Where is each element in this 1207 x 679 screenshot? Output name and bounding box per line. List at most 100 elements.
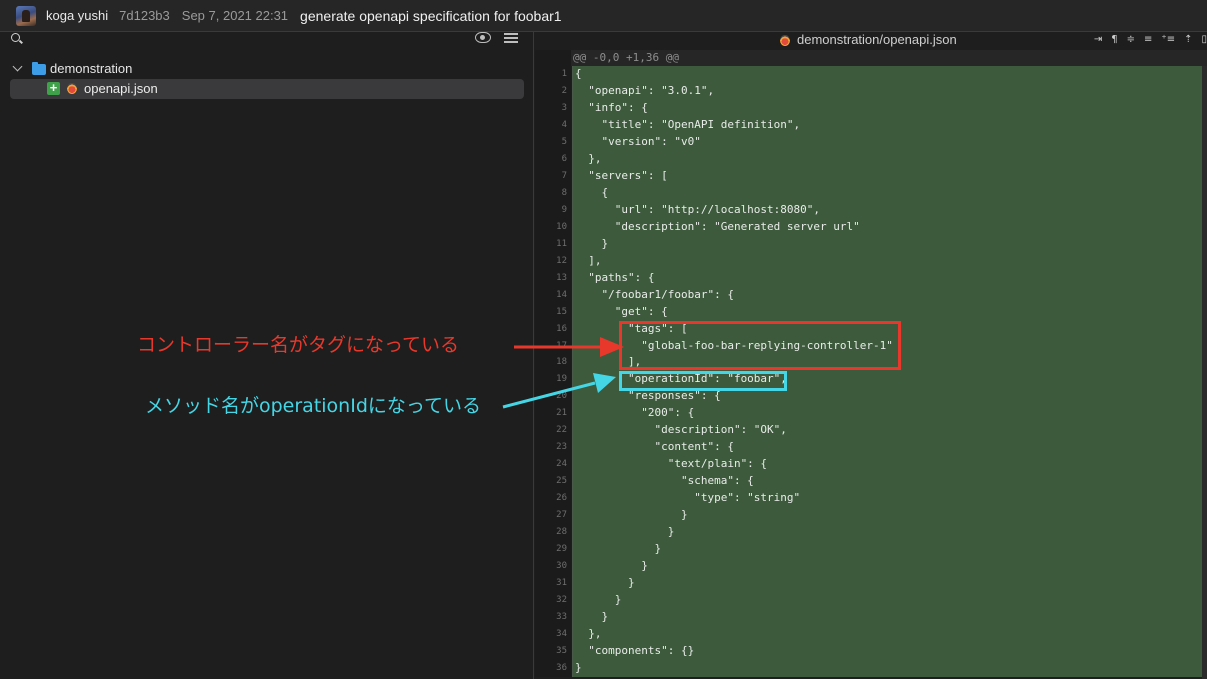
diff-line: 33 } [535, 609, 1202, 626]
diff-line: 31 } [535, 575, 1202, 593]
file-list-toolbar [0, 32, 533, 46]
chevron-down-icon[interactable] [12, 61, 23, 72]
line-text: } [575, 660, 582, 674]
line-text: "get": { [575, 304, 668, 318]
diff-line: 8 { [535, 184, 1202, 202]
split-view-icon[interactable]: ▯ [1201, 32, 1207, 48]
line-text: "version": "v0" [575, 134, 701, 148]
line-text: "200": { [575, 406, 695, 420]
line-number: 15 [535, 303, 571, 321]
line-number: 2 [535, 82, 571, 100]
line-number: 22 [535, 422, 571, 440]
line-number: 6 [535, 150, 571, 168]
line-text: { [575, 67, 582, 80]
line-text: } [575, 542, 662, 556]
line-number: 18 [535, 354, 571, 372]
added-line-highlight [573, 659, 1202, 677]
diff-line: 27 } [535, 507, 1202, 525]
diff-line: 6 }, [535, 150, 1202, 168]
line-text: "title": "OpenAPI definition", [575, 117, 801, 131]
diff-line: 29 } [535, 541, 1202, 559]
align-icon[interactable]: ≡ [1144, 32, 1152, 48]
line-text: }, [575, 151, 602, 165]
commit-date: Sep 7, 2021 22:31 [181, 8, 289, 23]
line-text: } [575, 525, 675, 539]
diff-line: 34 }, [535, 625, 1202, 643]
diff-header: demonstration/openapi.json ⇥ ¶ ≑ ≡ ⁺≡ ⇡ … [535, 32, 1207, 50]
filter-icon[interactable]: ≑ [1127, 32, 1135, 48]
added-line-highlight [573, 558, 1202, 576]
line-text: "description": "OK", [575, 423, 787, 437]
search-icon[interactable] [11, 33, 20, 42]
hunk-header: @@ -0,0 +1,36 @@ [535, 50, 1207, 66]
line-number: 35 [535, 642, 571, 660]
text-wrap-icon[interactable]: ⇥ [1094, 32, 1102, 48]
line-number: 1 [535, 66, 571, 83]
line-number: 32 [535, 592, 571, 609]
diff-line: 2 "openapi": "3.0.1", [535, 82, 1202, 100]
line-number: 14 [535, 286, 571, 304]
added-line-highlight [573, 99, 1202, 117]
vertical-scrollbar[interactable] [1202, 66, 1207, 679]
commit-hash[interactable]: 7d123b3 [119, 8, 170, 23]
diff-line: 22 "description": "OK", [535, 422, 1202, 440]
added-line-highlight [573, 609, 1202, 626]
line-text: "text/plain": { [575, 457, 768, 471]
line-number: 7 [535, 167, 571, 185]
added-badge-icon: + [47, 81, 60, 95]
diff-line: 11 } [535, 235, 1202, 253]
file-label: openapi.json [84, 81, 158, 96]
line-text: ], [575, 253, 602, 267]
line-number: 17 [535, 337, 571, 355]
line-number: 13 [535, 269, 571, 287]
line-number: 25 [535, 473, 571, 491]
line-number: 8 [535, 184, 571, 202]
line-number: 27 [535, 507, 571, 525]
commit-title-bar: koga yushi 7d123b3 Sep 7, 2021 22:31 gen… [0, 0, 1207, 32]
diff-line: 5 "version": "v0" [535, 133, 1202, 151]
diff-line: 12 ], [535, 252, 1202, 270]
add-lines-icon[interactable]: ⁺≡ [1161, 32, 1175, 48]
added-line-highlight [573, 150, 1202, 168]
line-number: 24 [535, 456, 571, 474]
diff-line: 32 } [535, 592, 1202, 609]
diff-line: 36} [535, 659, 1202, 677]
tree-folder-demonstration[interactable]: demonstration [0, 59, 533, 79]
commit-author: koga yushi [46, 8, 109, 23]
line-number: 26 [535, 490, 571, 508]
line-text: } [575, 559, 648, 573]
folder-icon [32, 62, 46, 75]
added-line-highlight [573, 252, 1202, 270]
json-file-icon [67, 83, 77, 94]
list-view-icon[interactable] [504, 33, 518, 43]
line-number: 9 [535, 201, 571, 219]
line-number: 28 [535, 524, 571, 542]
added-line-highlight [573, 625, 1202, 643]
diff-line: 15 "get": { [535, 303, 1202, 321]
line-text: } [575, 508, 688, 522]
json-file-icon [780, 35, 790, 46]
line-text: "openapi": "3.0.1", [575, 83, 715, 97]
line-number: 34 [535, 625, 571, 643]
line-text: } [575, 236, 609, 250]
operationid-annotation: メソッド名がoperationIdになっている [145, 395, 481, 417]
pilcrow-icon[interactable]: ¶ [1111, 32, 1117, 48]
added-line-highlight [573, 269, 1202, 287]
line-text: } [575, 593, 622, 607]
line-text: "servers": [ [575, 168, 668, 182]
line-text: "info": { [575, 100, 648, 114]
line-text: "paths": { [575, 270, 655, 284]
tags-highlight-box [619, 321, 901, 370]
commit-message: generate openapi specification for fooba… [300, 7, 562, 24]
added-line-highlight [573, 235, 1202, 253]
line-text: { [575, 185, 609, 199]
collapse-icon[interactable]: ⇡ [1184, 32, 1192, 48]
diff-line: 4 "title": "OpenAPI definition", [535, 116, 1202, 134]
diff-line: 23 "content": { [535, 439, 1202, 457]
added-line-highlight [573, 541, 1202, 559]
diff-line: 26 "type": "string" [535, 490, 1202, 508]
line-number: 12 [535, 252, 571, 270]
eye-icon[interactable] [475, 32, 491, 43]
tree-file-openapi[interactable]: + openapi.json [0, 79, 533, 99]
line-number: 29 [535, 541, 571, 559]
